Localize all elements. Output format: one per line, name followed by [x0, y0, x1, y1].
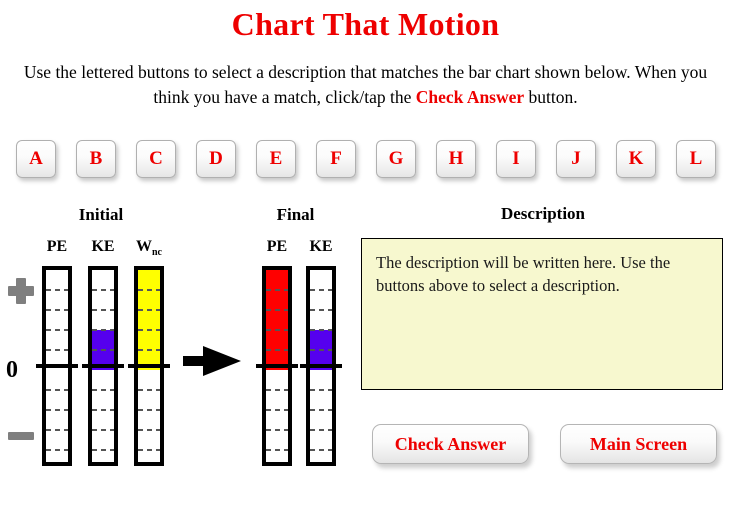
- bar-tick: [310, 389, 332, 391]
- bar-tick: [266, 309, 288, 311]
- zero-line: [36, 364, 78, 368]
- bar-tick: [310, 429, 332, 431]
- zero-axis-label: 0: [6, 357, 18, 383]
- bar-tick: [138, 409, 160, 411]
- bar-label-final-ke: KE: [309, 238, 333, 255]
- instructions-text: Use the lettered buttons to select a des…: [14, 60, 717, 110]
- letter-button-i[interactable]: I: [496, 140, 536, 178]
- bar-tick: [92, 389, 114, 391]
- bar-tick: [266, 429, 288, 431]
- letter-button-l[interactable]: L: [676, 140, 716, 178]
- main-screen-button[interactable]: Main Screen: [560, 424, 717, 464]
- bar-tick: [92, 449, 114, 451]
- description-heading: Description: [500, 204, 586, 223]
- bar-tick: [46, 329, 68, 331]
- bar-tick: [266, 329, 288, 331]
- zero-line: [128, 364, 170, 368]
- zero-line: [82, 364, 124, 368]
- bar-tick: [266, 289, 288, 291]
- bar-tick: [92, 309, 114, 311]
- bar-fill: [138, 270, 160, 370]
- bar-label-initial-wnc: Wnc: [136, 238, 162, 259]
- letter-button-a[interactable]: A: [16, 140, 56, 178]
- bar-tick: [46, 389, 68, 391]
- bar-tick: [46, 349, 68, 351]
- letter-button-k[interactable]: K: [616, 140, 656, 178]
- bar-tick: [310, 309, 332, 311]
- right-arrow-icon: [183, 345, 245, 377]
- bar-tick: [266, 389, 288, 391]
- initial-group-heading: Initial: [78, 205, 124, 224]
- bar-tick: [46, 309, 68, 311]
- letter-button-c[interactable]: C: [136, 140, 176, 178]
- minus-symbol-icon: [8, 432, 34, 440]
- bar-tick: [310, 449, 332, 451]
- final-group-heading: Final: [276, 205, 315, 224]
- letter-button-b[interactable]: B: [76, 140, 116, 178]
- bar-tick: [46, 429, 68, 431]
- instructions-part-2: button.: [524, 87, 578, 107]
- bar-fill: [266, 270, 288, 370]
- instructions-highlight: Check Answer: [415, 87, 525, 107]
- page-title: Chart That Motion: [231, 6, 500, 42]
- bar-tick: [138, 289, 160, 291]
- bar-label-initial-ke: KE: [91, 238, 115, 255]
- bar-tick: [92, 349, 114, 351]
- bar-tick: [310, 289, 332, 291]
- zero-line: [256, 364, 298, 368]
- bar-tick: [266, 349, 288, 351]
- zero-line: [300, 364, 342, 368]
- bar-tick: [138, 449, 160, 451]
- bar-tick: [138, 389, 160, 391]
- plus-symbol-icon: [8, 278, 34, 304]
- energy-bar-chart: Initial Final 0 PE KE Wnc PE KE: [0, 200, 352, 480]
- bar-tick: [310, 329, 332, 331]
- bar-tick: [92, 409, 114, 411]
- bar-tick: [266, 449, 288, 451]
- letter-button-g[interactable]: G: [376, 140, 416, 178]
- bar-label-final-pe: PE: [266, 238, 288, 255]
- letter-button-e[interactable]: E: [256, 140, 296, 178]
- bar-tick: [138, 309, 160, 311]
- bar-tick: [138, 329, 160, 331]
- bar-tick: [92, 429, 114, 431]
- bar-tick: [46, 449, 68, 451]
- instructions-part-1: Use the lettered buttons to select a des…: [23, 62, 708, 107]
- letter-button-f[interactable]: F: [316, 140, 356, 178]
- letter-button-j[interactable]: J: [556, 140, 596, 178]
- bar-tick: [310, 349, 332, 351]
- check-answer-button[interactable]: Check Answer: [372, 424, 529, 464]
- letter-button-h[interactable]: H: [436, 140, 476, 178]
- bar-tick: [92, 289, 114, 291]
- bar-tick: [310, 409, 332, 411]
- bar-label-initial-pe: PE: [46, 238, 68, 255]
- letter-button-row: A B C D E F G H I J K L: [16, 140, 716, 178]
- bar-tick: [138, 349, 160, 351]
- bar-tick: [46, 289, 68, 291]
- bar-tick: [138, 429, 160, 431]
- bar-tick: [92, 329, 114, 331]
- bar-tick: [266, 409, 288, 411]
- letter-button-d[interactable]: D: [196, 140, 236, 178]
- bar-tick: [46, 409, 68, 411]
- description-panel: The description will be written here. Us…: [361, 238, 723, 390]
